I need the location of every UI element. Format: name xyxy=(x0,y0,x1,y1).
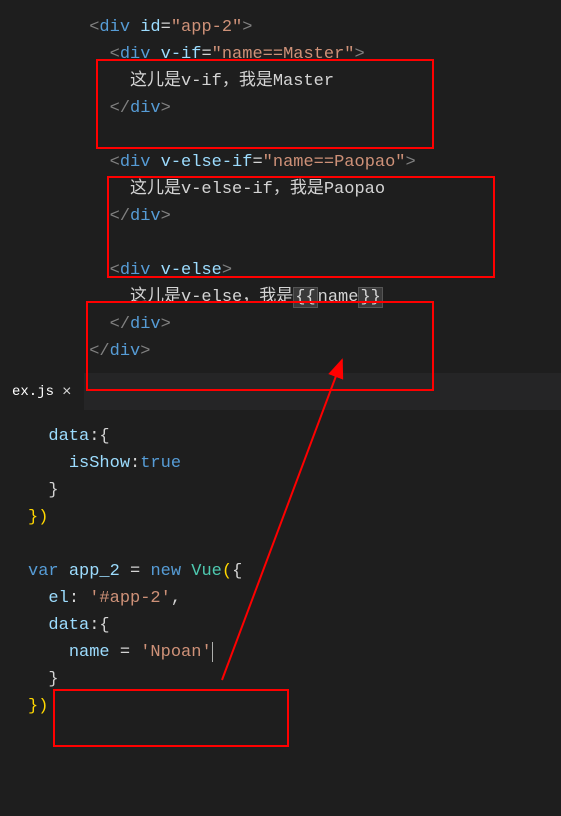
code-line[interactable]: el: '#app-2', xyxy=(28,585,561,612)
tag: div xyxy=(130,99,161,118)
tab-bar: ex.js × xyxy=(0,373,561,411)
code-line[interactable]: <div id="app-2"> xyxy=(28,14,561,41)
key: data xyxy=(48,616,89,635)
keyword: new xyxy=(150,562,181,581)
code-line[interactable]: </div> xyxy=(28,203,561,230)
text-cursor xyxy=(212,642,213,662)
code-line[interactable]: 这儿是v-if，我是Master xyxy=(28,68,561,95)
expr-name: name xyxy=(318,288,359,307)
attr-value: "name==Master" xyxy=(212,45,355,64)
code-line[interactable]: data:{ xyxy=(28,612,561,639)
code-line[interactable]: } xyxy=(28,666,561,693)
code-line[interactable]: }) xyxy=(28,504,561,531)
code-line[interactable]: }) xyxy=(28,693,561,720)
code-line[interactable]: <div v-if="name==Master"> xyxy=(28,41,561,68)
attr: v-else-if xyxy=(161,153,253,172)
key: data xyxy=(48,427,89,446)
code-line[interactable]: data:{ xyxy=(28,423,561,450)
tab-exjs[interactable]: ex.js × xyxy=(0,373,84,411)
identifier: app_2 xyxy=(69,562,120,581)
close-icon[interactable]: × xyxy=(62,383,72,401)
brace: } xyxy=(48,481,58,500)
code-line[interactable]: 这儿是v-else，我是{{name}} xyxy=(28,284,561,311)
code-line[interactable]: isShow:true xyxy=(28,450,561,477)
tag: div xyxy=(120,153,151,172)
expr-close: }} xyxy=(358,287,382,308)
attr-value: "app-2" xyxy=(171,18,242,37)
attr-value: "name==Paopao" xyxy=(263,153,406,172)
tag: div xyxy=(130,207,161,226)
key: el xyxy=(48,589,68,608)
tag: div xyxy=(130,315,161,334)
keyword: var xyxy=(28,562,59,581)
key: isShow xyxy=(69,454,130,473)
tag: div xyxy=(120,261,151,280)
code-line[interactable]: var app_2 = new Vue({ xyxy=(28,558,561,585)
expr-open: {{ xyxy=(293,287,317,308)
editor-upper[interactable]: <div id="app-2"> <div v-if="name==Master… xyxy=(0,0,561,373)
code-line[interactable]: <div v-else-if="name==Paopao"> xyxy=(28,149,561,176)
editor-lower[interactable]: data:{ isShow:true } }) var app_2 = new … xyxy=(0,411,561,728)
string: 'Npoan' xyxy=(140,643,211,662)
code-line[interactable]: </div> xyxy=(28,311,561,338)
attr: v-if xyxy=(161,45,202,64)
code-line[interactable]: </div> xyxy=(28,338,561,365)
attr: v-else xyxy=(161,261,222,280)
code-line[interactable]: } xyxy=(28,477,561,504)
bracket: < xyxy=(89,18,99,37)
tag: div xyxy=(120,45,151,64)
code-line[interactable] xyxy=(28,230,561,257)
text: 这儿是v-if，我是Master xyxy=(130,72,334,91)
value: true xyxy=(140,454,181,473)
code-line[interactable]: <div v-else> xyxy=(28,257,561,284)
class-name: Vue xyxy=(191,562,222,581)
code-line[interactable]: 这儿是v-else-if，我是Paopao xyxy=(28,176,561,203)
attr: id xyxy=(140,18,160,37)
code-line[interactable] xyxy=(28,531,561,558)
brace: } xyxy=(48,670,58,689)
tag: div xyxy=(110,342,141,361)
text: 这儿是v-else-if，我是Paopao xyxy=(130,180,385,199)
tag: div xyxy=(99,18,130,37)
code-line[interactable]: name = 'Npoan' xyxy=(28,639,561,666)
code-line[interactable]: </div> xyxy=(28,95,561,122)
string: '#app-2' xyxy=(89,589,171,608)
text: 这儿是v-else，我是 xyxy=(130,288,293,307)
key: name xyxy=(69,643,110,662)
code-line[interactable] xyxy=(28,122,561,149)
tab-label: ex.js xyxy=(12,384,54,400)
